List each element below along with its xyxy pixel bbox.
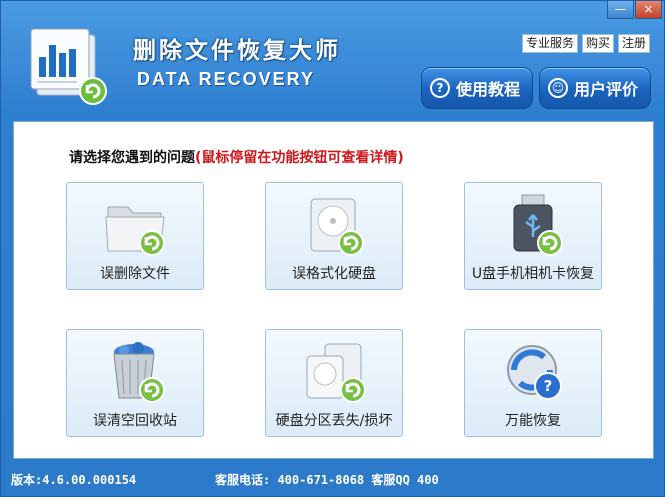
universal-recovery-icon: ? [500, 340, 568, 406]
status-bar: 版本:4.6.00.000154 客服电话: 400-671-8068 客服QQ… [1, 463, 664, 496]
top-links: 专业服务 购买 注册 [521, 34, 650, 53]
partition-icon [301, 340, 369, 406]
buy-link[interactable]: 购买 [581, 34, 614, 53]
feature-partition-lost[interactable]: 硬盘分区丢失/损坏 [265, 329, 403, 437]
main-panel: 请选择您遇到的问题(鼠标停留在功能按钮可查看详情) 误删除文件 误格式化硬盘 U… [13, 121, 654, 459]
question-icon: ? [430, 78, 450, 98]
feature-label: 误格式化硬盘 [292, 266, 376, 282]
pro-service-link[interactable]: 专业服务 [521, 34, 578, 53]
usb-drive-icon [500, 193, 568, 259]
user-review-button[interactable]: ☺ 用户评价 [539, 67, 651, 109]
app-logo [27, 23, 113, 109]
feature-label: 硬盘分区丢失/损坏 [275, 413, 393, 429]
version-text: 版本:4.6.00.000154 [11, 473, 137, 487]
header: 删除文件恢复大师 DATA RECOVERY — × 专业服务 购买 注册 ? … [1, 1, 664, 119]
folder-icon [102, 193, 170, 259]
feature-label: U盘手机相机卡恢复 [471, 266, 595, 282]
app-subtitle: DATA RECOVERY [137, 69, 316, 89]
service-contact-text: 客服电话: 400-671-8068 客服QQ 400 [215, 473, 439, 487]
app-window: 删除文件恢复大师 DATA RECOVERY — × 专业服务 购买 注册 ? … [0, 0, 665, 497]
close-icon: × [643, 2, 654, 16]
tutorial-label: 使用教程 [456, 80, 521, 99]
close-button[interactable]: × [635, 1, 662, 19]
tutorial-button[interactable]: ? 使用教程 [421, 67, 533, 109]
feature-label: 万能恢复 [505, 413, 561, 429]
minimize-button[interactable]: — [607, 1, 634, 19]
feature-usb-recovery[interactable]: U盘手机相机卡恢复 [464, 182, 602, 290]
user-review-icon: ☺ [548, 78, 568, 98]
prompt-hint: (鼠标停留在功能按钮可查看详情) [195, 150, 404, 166]
svg-text:?: ? [544, 377, 553, 395]
feature-universal-recovery[interactable]: ? 万能恢复 [464, 329, 602, 437]
prompt-main: 请选择您遇到的问题 [69, 150, 195, 166]
hard-disk-icon [301, 193, 369, 259]
prompt-text: 请选择您遇到的问题(鼠标停留在功能按钮可查看详情) [69, 147, 404, 167]
feature-label: 误清空回收站 [93, 413, 177, 429]
app-title: 删除文件恢复大师 [133, 38, 341, 64]
feature-deleted-files[interactable]: 误删除文件 [66, 182, 204, 290]
feature-emptied-recycle-bin[interactable]: 误清空回收站 [66, 329, 204, 437]
recycle-bin-icon [102, 340, 170, 406]
register-link[interactable]: 注册 [617, 34, 650, 53]
user-review-label: 用户评价 [574, 80, 639, 99]
feature-label: 误删除文件 [100, 266, 170, 282]
feature-formatted-disk[interactable]: 误格式化硬盘 [265, 182, 403, 290]
minimize-icon: — [614, 2, 627, 16]
